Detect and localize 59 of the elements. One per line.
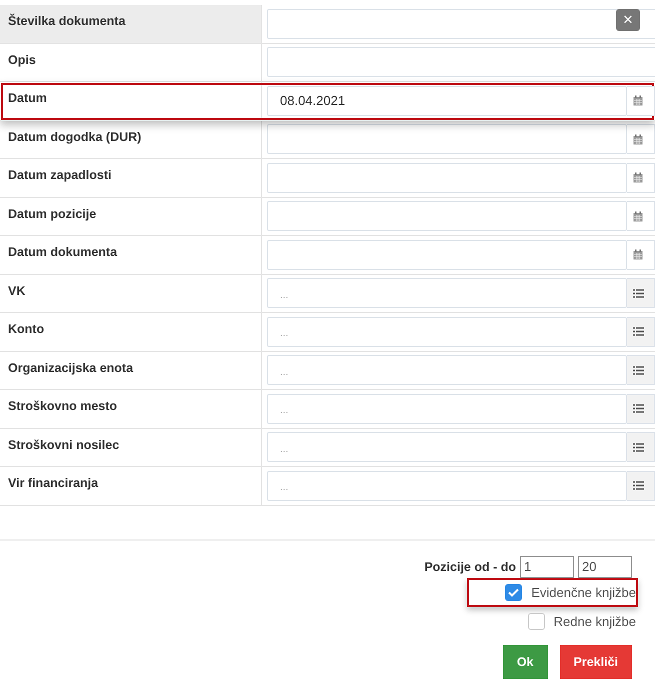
field-label: VK bbox=[0, 274, 262, 312]
calendar-button[interactable] bbox=[627, 201, 655, 232]
calendar-button[interactable] bbox=[627, 162, 655, 193]
calendar-icon bbox=[633, 95, 643, 106]
text-field[interactable] bbox=[267, 8, 655, 39]
list-button[interactable] bbox=[627, 432, 655, 462]
list-icon bbox=[633, 288, 644, 298]
field-label: Organizacijska enota bbox=[0, 352, 262, 389]
list-button[interactable] bbox=[627, 316, 655, 347]
list-button[interactable] bbox=[627, 355, 655, 386]
field-label: Datum zapadlosti bbox=[0, 159, 262, 196]
ok-button[interactable]: Ok bbox=[502, 644, 548, 678]
list-icon bbox=[633, 481, 644, 490]
lookup-field[interactable]: ... bbox=[267, 278, 627, 308]
calendar-icon bbox=[633, 249, 643, 260]
field-label: Številka dokumenta bbox=[0, 5, 262, 42]
field-label: Datum dogodka (DUR) bbox=[0, 120, 262, 158]
lookup-field[interactable]: ... bbox=[267, 316, 627, 347]
calendar-icon bbox=[633, 210, 643, 222]
list-button[interactable] bbox=[627, 470, 655, 501]
calendar-button[interactable] bbox=[627, 86, 655, 116]
list-button[interactable] bbox=[627, 394, 655, 424]
calendar-icon bbox=[633, 172, 643, 184]
list-button[interactable] bbox=[627, 278, 655, 308]
calendar-icon bbox=[633, 134, 643, 145]
field-label: Stroškovno mesto bbox=[0, 390, 262, 428]
calendar-button[interactable] bbox=[627, 240, 655, 270]
close-button[interactable]: × bbox=[616, 9, 640, 31]
date-field[interactable] bbox=[267, 124, 627, 154]
checkbox-label: Evidenčne knjižbe bbox=[531, 584, 636, 600]
list-icon bbox=[633, 366, 644, 375]
date-field[interactable] bbox=[267, 240, 627, 270]
text-field[interactable] bbox=[267, 47, 655, 78]
list-icon bbox=[633, 327, 644, 336]
to-field[interactable]: 20 bbox=[578, 556, 632, 578]
checkbox[interactable] bbox=[505, 584, 522, 600]
list-icon bbox=[633, 404, 644, 414]
checkbox-label: Redne knjižbe bbox=[554, 614, 636, 628]
lookup-field[interactable]: ... bbox=[267, 470, 627, 501]
date-field[interactable] bbox=[267, 201, 627, 232]
field-label: Datum dokumenta bbox=[0, 236, 262, 274]
field-label: Vir financiranja bbox=[0, 467, 262, 504]
lookup-field[interactable]: ... bbox=[267, 355, 627, 386]
cancel-button[interactable]: Prekliči bbox=[560, 644, 632, 678]
checkbox[interactable] bbox=[528, 612, 545, 630]
date-field[interactable] bbox=[267, 162, 627, 193]
check-icon bbox=[508, 588, 520, 596]
field-label: Datum bbox=[0, 82, 262, 120]
date-field[interactable]: 08.04.2021 bbox=[267, 86, 627, 116]
from-field[interactable]: 1 bbox=[520, 556, 574, 578]
calendar-button[interactable] bbox=[627, 124, 655, 154]
field-label: Opis bbox=[0, 44, 262, 81]
field-label: Datum pozicije bbox=[0, 198, 262, 235]
lookup-field[interactable]: ... bbox=[267, 394, 627, 424]
field-label: Stroškovni nosilec bbox=[0, 428, 262, 466]
lookup-field[interactable]: ... bbox=[267, 432, 627, 462]
range-label: Pozicije od - do bbox=[424, 560, 516, 574]
field-label: Konto bbox=[0, 313, 262, 350]
list-icon bbox=[633, 442, 644, 452]
